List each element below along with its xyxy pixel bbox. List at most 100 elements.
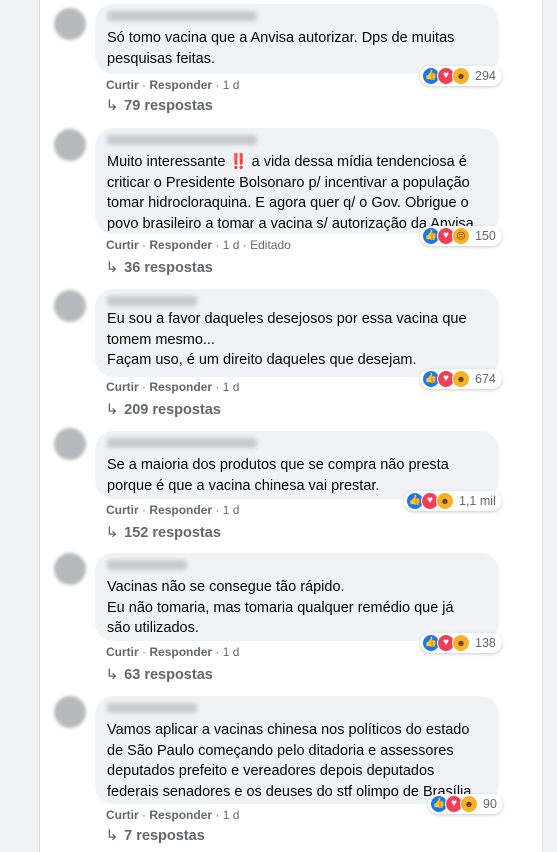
like-link[interactable]: Curtir bbox=[106, 380, 139, 394]
comment-bubble: Vacinas não se consegue tão rápido. Eu n… bbox=[95, 553, 499, 641]
reaction-count: 674 bbox=[475, 372, 496, 386]
reactions-summary[interactable]: 👍 ♥ ☻ 90 bbox=[428, 794, 503, 814]
comment-actions: Curtir · Responder · 1 d bbox=[106, 380, 239, 394]
avatar[interactable] bbox=[54, 428, 86, 460]
reaction-count: 150 bbox=[475, 229, 496, 243]
reply-arrow-icon: ↳ bbox=[105, 402, 119, 418]
like-link[interactable]: Curtir bbox=[106, 238, 139, 252]
comment-actions: Curtir · Responder · 1 d · Editado bbox=[106, 238, 291, 252]
separator: · bbox=[215, 78, 220, 92]
replies-count: 152 respostas bbox=[124, 525, 221, 541]
like-link[interactable]: Curtir bbox=[106, 78, 139, 92]
haha-reaction-icon: ☻ bbox=[452, 634, 470, 652]
comment-actions: Curtir · Responder · 1 d bbox=[106, 808, 239, 822]
reply-link[interactable]: Responder bbox=[149, 645, 212, 659]
separator: · bbox=[215, 503, 220, 517]
separator: · bbox=[215, 380, 220, 394]
separator: · bbox=[142, 78, 147, 92]
like-link[interactable]: Curtir bbox=[106, 808, 139, 822]
page: Só tomo vacina que a Anvisa autorizar. D… bbox=[0, 0, 557, 852]
reaction-count: 138 bbox=[475, 636, 496, 650]
timestamp[interactable]: 1 d bbox=[223, 78, 240, 92]
reply-link[interactable]: Responder bbox=[149, 808, 212, 822]
view-replies-link[interactable]: ↳ 63 respostas bbox=[105, 667, 213, 683]
reply-arrow-icon: ↳ bbox=[105, 98, 119, 114]
comment-bubble: Se a maioria dos produtos que se compra … bbox=[95, 431, 499, 499]
author-name[interactable] bbox=[107, 560, 187, 570]
avatar[interactable] bbox=[54, 696, 86, 728]
separator: · bbox=[215, 808, 220, 822]
reactions-summary[interactable]: 👍 ♥ ☹ 150 bbox=[420, 226, 502, 246]
comment-text: Só tomo vacina que a Anvisa autorizar. D… bbox=[107, 30, 455, 67]
comment-bubble: Vamos aplicar a vacinas chinesa nos polí… bbox=[95, 696, 499, 804]
separator: · bbox=[142, 238, 147, 252]
reply-arrow-icon: ↳ bbox=[105, 525, 119, 541]
reactions-summary[interactable]: 👍 ♥ ☻ 294 bbox=[420, 66, 502, 86]
reactions-summary[interactable]: 👍 ♥ ☻ 1,1 mil bbox=[404, 491, 502, 511]
replies-count: 79 respostas bbox=[124, 98, 213, 114]
reply-arrow-icon: ↳ bbox=[105, 667, 119, 683]
reply-link[interactable]: Responder bbox=[149, 238, 212, 252]
separator: · bbox=[215, 645, 220, 659]
author-name[interactable] bbox=[107, 296, 197, 306]
separator: · bbox=[142, 645, 147, 659]
reply-arrow-icon: ↳ bbox=[105, 260, 119, 276]
reactions-summary[interactable]: 👍 ♥ ☻ 674 bbox=[420, 369, 502, 389]
view-replies-link[interactable]: ↳ 79 respostas bbox=[105, 98, 213, 114]
view-replies-link[interactable]: ↳ 36 respostas bbox=[105, 260, 213, 276]
comment-text: Vacinas não se consegue tão rápido. Eu n… bbox=[107, 579, 454, 636]
comment-bubble: Muito interessante ‼️ a vida dessa mídia… bbox=[95, 128, 499, 234]
haha-reaction-icon: ☻ bbox=[460, 795, 478, 813]
avatar[interactable] bbox=[54, 8, 86, 40]
view-replies-link[interactable]: ↳ 209 respostas bbox=[105, 402, 221, 418]
comment-text-start: Muito interessante bbox=[107, 154, 230, 170]
timestamp[interactable]: 1 d bbox=[223, 238, 240, 252]
reply-link[interactable]: Responder bbox=[149, 503, 212, 517]
view-replies-link[interactable]: ↳ 7 respostas bbox=[105, 828, 205, 844]
comment-text: Muito interessante ‼️ a vida dessa mídia… bbox=[107, 152, 489, 234]
separator: · bbox=[215, 238, 220, 252]
comment-actions: Curtir · Responder · 1 d bbox=[106, 78, 239, 92]
reply-link[interactable]: Responder bbox=[149, 78, 212, 92]
separator: · bbox=[142, 808, 147, 822]
timestamp[interactable]: 1 d bbox=[223, 380, 240, 394]
sad-reaction-icon: ☹ bbox=[452, 227, 470, 245]
double-exclamation-emoji: ‼️ bbox=[229, 154, 248, 170]
timestamp[interactable]: 1 d bbox=[223, 503, 240, 517]
timestamp[interactable]: 1 d bbox=[223, 645, 240, 659]
comment-text: Se a maioria dos produtos que se compra … bbox=[107, 457, 449, 494]
timestamp[interactable]: 1 d bbox=[223, 808, 240, 822]
edited-label: Editado bbox=[250, 238, 291, 252]
like-link[interactable]: Curtir bbox=[106, 503, 139, 517]
separator: · bbox=[242, 238, 247, 252]
reaction-count: 90 bbox=[483, 797, 497, 811]
replies-count: 36 respostas bbox=[124, 260, 213, 276]
author-name[interactable] bbox=[107, 438, 257, 448]
author-name[interactable] bbox=[107, 11, 257, 21]
replies-count: 209 respostas bbox=[124, 402, 221, 418]
haha-reaction-icon: ☻ bbox=[452, 370, 470, 388]
author-name[interactable] bbox=[107, 703, 197, 713]
reactions-summary[interactable]: 👍 ♥ ☻ 138 bbox=[420, 633, 502, 653]
replies-count: 7 respostas bbox=[124, 828, 205, 844]
like-link[interactable]: Curtir bbox=[106, 645, 139, 659]
comment-bubble: Eu sou a favor daqueles desejosos por es… bbox=[95, 289, 499, 377]
separator: · bbox=[142, 380, 147, 394]
reply-link[interactable]: Responder bbox=[149, 380, 212, 394]
avatar[interactable] bbox=[54, 553, 86, 585]
separator: · bbox=[142, 503, 147, 517]
comment-bubble: Só tomo vacina que a Anvisa autorizar. D… bbox=[95, 4, 499, 74]
reply-arrow-icon: ↳ bbox=[105, 828, 119, 844]
avatar[interactable] bbox=[54, 129, 86, 161]
reaction-count: 1,1 mil bbox=[459, 494, 496, 508]
comment-actions: Curtir · Responder · 1 d bbox=[106, 503, 239, 517]
comment-text: Vamos aplicar a vacinas chinesa nos polí… bbox=[107, 722, 472, 800]
author-name[interactable] bbox=[107, 135, 257, 145]
comment-actions: Curtir · Responder · 1 d bbox=[106, 645, 239, 659]
comment-text: Eu sou a favor daqueles desejosos por es… bbox=[107, 311, 467, 368]
avatar[interactable] bbox=[54, 290, 86, 322]
replies-count: 63 respostas bbox=[124, 667, 213, 683]
reaction-count: 294 bbox=[475, 69, 496, 83]
view-replies-link[interactable]: ↳ 152 respostas bbox=[105, 525, 221, 541]
haha-reaction-icon: ☻ bbox=[436, 492, 454, 510]
